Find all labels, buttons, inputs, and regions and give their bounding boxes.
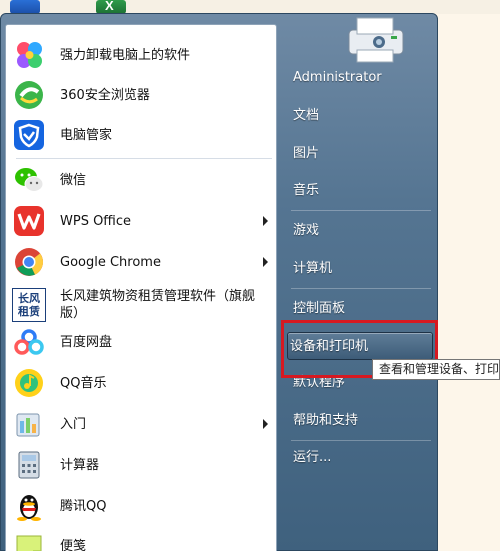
program-item-uninstaller[interactable]: 强力卸载电脑上的软件 — [12, 37, 274, 73]
menu-item-computer[interactable]: 计算机 — [291, 255, 433, 283]
program-item-qq-music[interactable]: QQ音乐 — [12, 365, 274, 401]
tooltip: 查看和管理设备、打印 — [372, 359, 500, 380]
printer-icon — [348, 17, 404, 63]
program-item-wps-office[interactable]: WPS Office — [12, 203, 274, 239]
submenu-arrow-icon — [263, 257, 268, 267]
program-label: Google Chrome — [60, 254, 161, 270]
menu-item-run[interactable]: 运行... — [291, 444, 433, 472]
program-label: 入门 — [60, 416, 87, 432]
360-browser-icon — [12, 78, 46, 112]
shield-icon — [12, 118, 46, 152]
menu-item-pictures[interactable]: 图片 — [291, 140, 433, 168]
separator — [291, 440, 431, 441]
program-label: 电脑管家 — [60, 127, 113, 143]
program-item-sticky-notes[interactable]: 便笺 — [12, 528, 274, 551]
menu-item-help-support[interactable]: 帮助和支持 — [291, 407, 433, 435]
program-label: 长风建筑物资租赁管理软件（旗舰版） — [60, 289, 256, 321]
submenu-arrow-icon — [263, 216, 268, 226]
menu-item-music[interactable]: 音乐 — [291, 177, 433, 205]
excel-icon[interactable] — [96, 0, 126, 14]
menu-item-documents[interactable]: 文档 — [291, 102, 433, 130]
sticky-notes-icon — [12, 529, 46, 551]
program-item-tencent-qq[interactable]: 腾讯QQ — [12, 488, 274, 524]
menu-item-control-panel[interactable]: 控制面板 — [291, 295, 433, 323]
program-item-wechat[interactable]: 微信 — [12, 162, 274, 198]
program-label: QQ音乐 — [60, 375, 107, 391]
programs-pane: 强力卸载电脑上的软件 360安全浏览器 电脑管家 微信 WPS Office G… — [5, 24, 277, 551]
program-item-pc-manager[interactable]: 电脑管家 — [12, 117, 274, 153]
program-item-google-chrome[interactable]: Google Chrome — [12, 244, 274, 280]
program-label: 360安全浏览器 — [60, 87, 150, 103]
qq-penguin-icon — [12, 489, 46, 523]
program-label: 强力卸载电脑上的软件 — [60, 47, 191, 63]
changfeng-icon: 长风租赁 — [12, 288, 46, 322]
changfeng-icon-text: 长风租赁 — [18, 292, 40, 318]
mail-icon[interactable] — [10, 0, 40, 14]
program-label: 百度网盘 — [60, 334, 113, 350]
getting-started-icon — [12, 407, 46, 441]
program-item-360-browser[interactable]: 360安全浏览器 — [12, 77, 274, 113]
submenu-arrow-icon — [263, 419, 268, 429]
separator — [291, 210, 431, 211]
shortcut-pane: Administrator 文档 图片 音乐 游戏 计算机 控制面板 设备和打印… — [281, 14, 439, 551]
program-item-getting-started[interactable]: 入门 — [12, 406, 274, 442]
clover-icon — [12, 38, 46, 72]
calculator-icon — [12, 448, 46, 482]
desktop-background — [0, 0, 500, 14]
menu-item-games[interactable]: 游戏 — [291, 217, 433, 245]
program-item-baidu-netdisk[interactable]: 百度网盘 — [12, 324, 274, 360]
qq-music-icon — [12, 366, 46, 400]
wps-icon — [12, 204, 46, 238]
program-item-calculator[interactable]: 计算器 — [12, 447, 274, 483]
separator — [16, 158, 272, 159]
program-label: 微信 — [60, 172, 87, 188]
wechat-icon — [12, 163, 46, 197]
user-name-link[interactable]: Administrator — [291, 64, 433, 92]
program-item-changfeng[interactable]: 长风租赁 长风建筑物资租赁管理软件（旗舰版） — [12, 283, 274, 327]
program-label: 便笺 — [60, 538, 87, 551]
separator — [291, 288, 431, 289]
start-menu: 强力卸载电脑上的软件 360安全浏览器 电脑管家 微信 WPS Office G… — [0, 13, 438, 551]
baidu-netdisk-icon — [12, 325, 46, 359]
program-label: 计算器 — [60, 457, 100, 473]
program-label: WPS Office — [60, 213, 132, 229]
program-label: 腾讯QQ — [60, 498, 107, 514]
chrome-icon — [12, 245, 46, 279]
